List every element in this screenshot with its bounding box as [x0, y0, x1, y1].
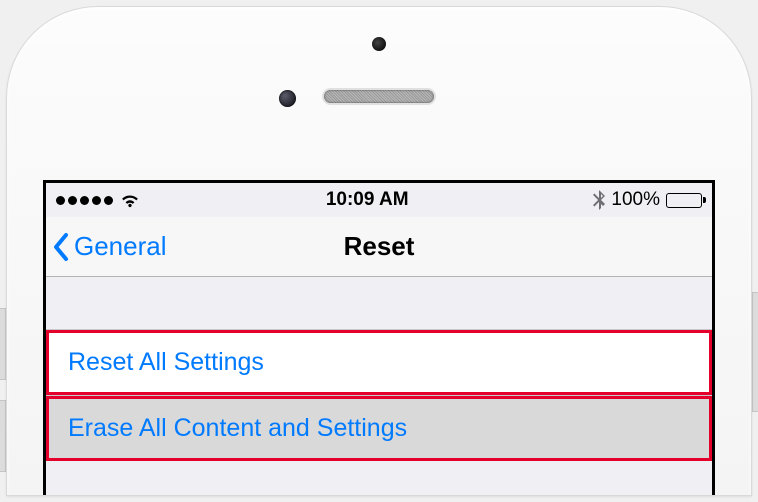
reset-all-settings-row[interactable]: Reset All Settings — [46, 329, 712, 395]
screen: 10:09 AM 100% — [43, 180, 715, 495]
status-right: 100% — [593, 189, 702, 211]
device-frame: 10:09 AM 100% — [0, 0, 758, 502]
bluetooth-icon — [593, 190, 605, 210]
list-item-label: Reset All Settings — [68, 348, 264, 377]
cellular-signal-icon — [56, 196, 113, 205]
back-label: General — [74, 231, 167, 262]
list-item-label: Erase All Content and Settings — [68, 414, 407, 443]
earpiece-speaker — [324, 90, 434, 103]
status-time: 10:09 AM — [326, 189, 409, 211]
front-camera — [279, 90, 296, 107]
phone-body: 10:09 AM 100% — [6, 6, 752, 496]
battery-icon — [666, 193, 702, 208]
hardware-power-button — [752, 292, 758, 412]
status-left — [56, 192, 141, 208]
proximity-sensor — [372, 37, 386, 51]
reset-options-list: Reset All Settings Erase All Content and… — [46, 329, 712, 461]
status-bar: 10:09 AM 100% — [46, 183, 712, 217]
battery-percentage: 100% — [611, 189, 660, 211]
chevron-left-icon — [52, 231, 72, 263]
back-button[interactable]: General — [46, 231, 167, 263]
wifi-icon — [119, 192, 141, 208]
nav-bar: General Reset — [46, 217, 712, 277]
erase-all-content-row[interactable]: Erase All Content and Settings — [46, 395, 712, 461]
